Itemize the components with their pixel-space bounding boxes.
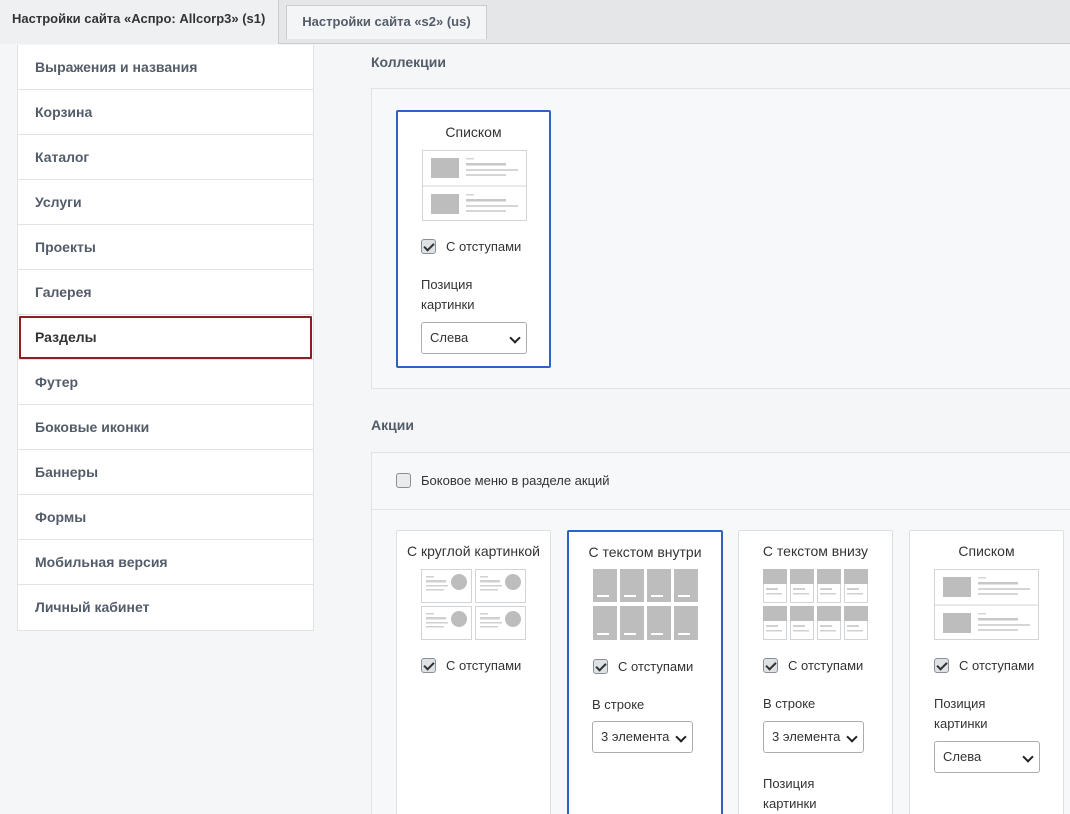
list-layout-preview-icon: [422, 150, 527, 221]
indent-checkbox-label: С отступами: [959, 658, 1035, 673]
image-position-value: Слева: [943, 749, 982, 764]
indent-checkbox[interactable]: [421, 239, 436, 254]
actions-views-panel: С круглой картинкой С отступами С тексто…: [371, 509, 1070, 814]
sidebar-item-expressions[interactable]: Выражения и названия: [18, 45, 313, 90]
collection-view-card-list[interactable]: Списком С отступами Позиция картинки Сле…: [396, 110, 551, 368]
items-per-row-select[interactable]: 3 элемента: [592, 721, 693, 753]
image-position-select[interactable]: Слева: [421, 322, 527, 354]
items-per-row-value: 3 элемента: [601, 729, 670, 744]
action-view-card-round-image[interactable]: С круглой картинкой С отступами: [396, 530, 551, 814]
indent-checkbox[interactable]: [934, 658, 949, 673]
action-view-card-text-below[interactable]: С текстом внизу С отступами В строке 3 э…: [738, 530, 893, 814]
sidebar-item-gallery[interactable]: Галерея: [18, 270, 313, 315]
sidebar-item-footer[interactable]: Футер: [18, 360, 313, 405]
chevron-down-icon: [509, 332, 521, 344]
tab-site-s1[interactable]: Настройки сайта «Аспро: Allcorp3» (s1): [0, 0, 279, 44]
card-title: Списком: [958, 543, 1015, 559]
indent-checkbox-row[interactable]: С отступами: [763, 658, 863, 673]
tab-site-s2[interactable]: Настройки сайта «s2» (us): [286, 5, 487, 39]
text-inside-layout-preview-icon: [593, 569, 698, 640]
image-position-label: Позиция картинки: [934, 696, 988, 731]
sidebar-item-account[interactable]: Личный кабинет: [18, 585, 313, 630]
indent-checkbox-label: С отступами: [788, 658, 864, 673]
chevron-down-icon: [675, 731, 687, 743]
text-below-layout-preview-icon: [763, 569, 868, 640]
list-layout-preview-icon: [934, 569, 1039, 640]
card-title: Списком: [445, 124, 502, 140]
sidebar-item-services[interactable]: Услуги: [18, 180, 313, 225]
collections-panel: Списком С отступами Позиция картинки Сле…: [371, 88, 1070, 389]
sidebar-item-catalog[interactable]: Каталог: [18, 135, 313, 180]
image-position-label: Позиция картинки: [421, 277, 475, 312]
items-per-row-value: 3 элемента: [772, 729, 841, 744]
indent-checkbox-row[interactable]: С отступами: [593, 659, 693, 674]
side-menu-checkbox-row[interactable]: Боковое меню в разделе акций: [396, 473, 610, 488]
side-menu-checkbox[interactable]: [396, 473, 411, 488]
sidebar-item-projects[interactable]: Проекты: [18, 225, 313, 270]
card-title: С текстом внизу: [762, 543, 869, 559]
indent-checkbox-row[interactable]: С отступами: [421, 658, 521, 673]
indent-checkbox-label: С отступами: [446, 658, 522, 673]
card-title: С круглой картинкой: [407, 543, 540, 559]
chevron-down-icon: [1022, 751, 1034, 763]
items-per-row-label: В строке: [592, 697, 645, 712]
settings-sidebar: Выражения и названия Корзина Каталог Усл…: [17, 45, 314, 631]
sidebar-item-cart[interactable]: Корзина: [18, 90, 313, 135]
image-position-value: Слева: [430, 330, 469, 345]
indent-checkbox-row[interactable]: С отступами: [934, 658, 1034, 673]
items-per-row-label: В строке: [763, 696, 816, 711]
indent-checkbox-label: С отступами: [446, 239, 522, 254]
round-image-layout-preview-icon: [421, 569, 526, 640]
tab-bar: Настройки сайта «Аспро: Allcorp3» (s1) Н…: [0, 0, 1070, 44]
items-per-row-select[interactable]: 3 элемента: [763, 721, 864, 753]
sidebar-item-sections[interactable]: Разделы: [18, 315, 313, 360]
indent-checkbox[interactable]: [763, 658, 778, 673]
indent-checkbox[interactable]: [593, 659, 608, 674]
actions-side-menu-panel: Боковое меню в разделе акций: [371, 452, 1070, 510]
image-position-label: Позиция картинки: [763, 776, 817, 811]
indent-checkbox[interactable]: [421, 658, 436, 673]
sidebar-item-mobile[interactable]: Мобильная версия: [18, 540, 313, 585]
indent-checkbox-row[interactable]: С отступами: [421, 239, 521, 254]
section-title-actions: Акции: [371, 417, 414, 433]
card-title: С текстом внутри: [588, 544, 702, 560]
side-menu-checkbox-label: Боковое меню в разделе акций: [421, 473, 610, 488]
section-title-collections: Коллекции: [371, 54, 446, 70]
chevron-down-icon: [846, 731, 858, 743]
sidebar-item-side-icons[interactable]: Боковые иконки: [18, 405, 313, 450]
image-position-select[interactable]: Слева: [934, 741, 1040, 773]
action-view-card-text-inside[interactable]: С текстом внутри С отступами В строке 3 …: [567, 530, 723, 814]
sidebar-item-banners[interactable]: Баннеры: [18, 450, 313, 495]
indent-checkbox-label: С отступами: [618, 659, 694, 674]
sidebar-item-forms[interactable]: Формы: [18, 495, 313, 540]
action-view-card-list[interactable]: Списком С отступами Позиция картинки Сле…: [909, 530, 1064, 814]
